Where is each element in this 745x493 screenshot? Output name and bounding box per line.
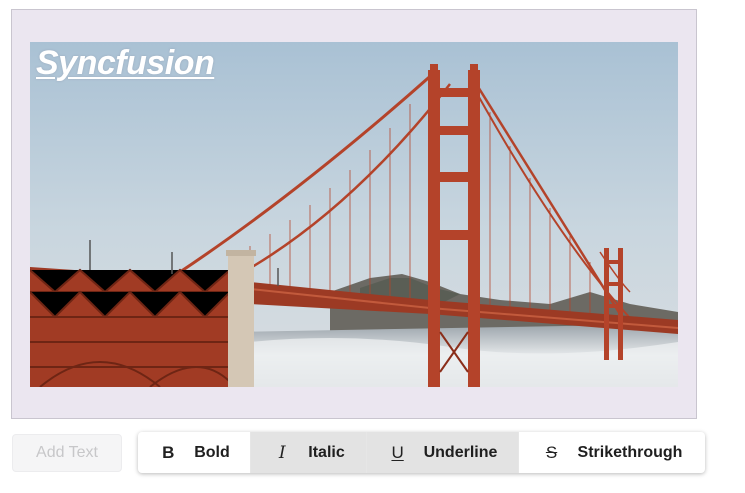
italic-label: Italic — [308, 443, 345, 461]
italic-icon: I — [278, 442, 286, 463]
watermark-text[interactable]: Syncfusion — [36, 44, 215, 83]
underline-icon: U — [391, 442, 404, 462]
format-toolbar: B Bold I Italic U Underline S Strikethro… — [138, 432, 705, 473]
image-editor: Syncfusion Add Text B Bold I Italic U Un… — [0, 0, 745, 493]
add-text-button[interactable]: Add Text — [12, 434, 122, 472]
underline-label: Underline — [423, 443, 498, 461]
italic-button[interactable]: I Italic — [251, 432, 367, 473]
strikethrough-label: Strikethrough — [577, 443, 683, 461]
strikethrough-button[interactable]: S Strikethrough — [519, 432, 705, 473]
bold-label: Bold — [194, 443, 230, 461]
bold-button[interactable]: B Bold — [138, 432, 251, 473]
underline-button[interactable]: U Underline — [367, 432, 519, 473]
golden-gate-bridge-photo[interactable] — [30, 42, 678, 387]
strikethrough-icon: S — [545, 442, 558, 462]
bold-icon: B — [162, 442, 175, 462]
